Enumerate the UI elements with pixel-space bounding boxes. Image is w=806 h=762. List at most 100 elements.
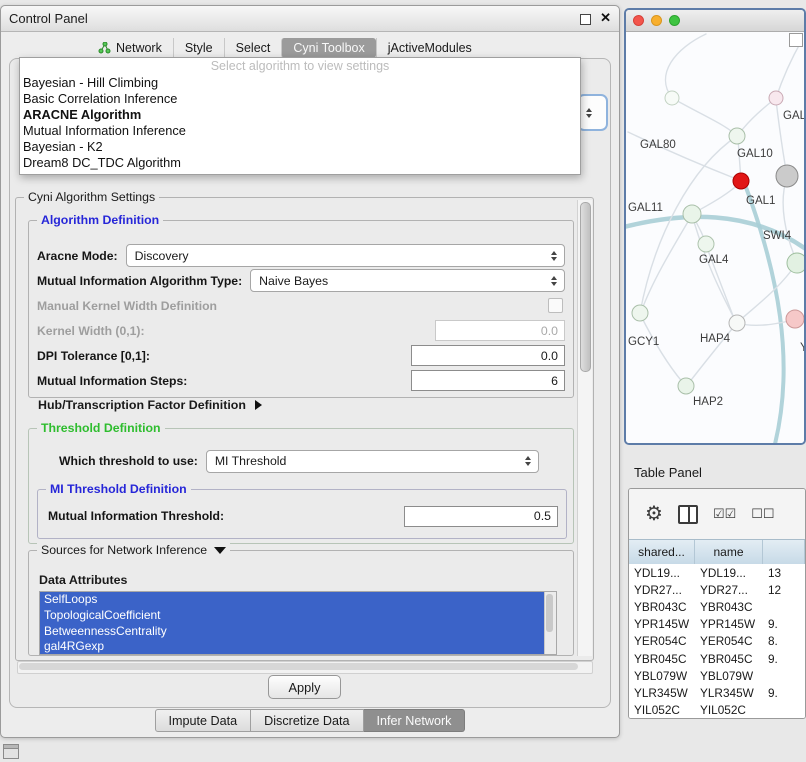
kernel-width-label: Kernel Width (0,1): [37,324,145,338]
table-row[interactable]: YDR27...YDR27...12 [629,581,805,598]
mi-steps-field[interactable]: 6 [411,370,565,391]
tab-select[interactable]: Select [224,38,282,58]
deselect-all-checkboxes-icon[interactable]: ☐☐ [751,506,774,522]
algorithm-option[interactable]: Mutual Information Inference [20,123,580,139]
minimized-panel-icon[interactable] [3,744,19,759]
close-button[interactable] [633,15,644,26]
tab-discretize-data[interactable]: Discretize Data [251,709,363,732]
attribute-item-selected[interactable]: BetweennessCentrality [40,624,545,640]
table-cell: YBR045C [629,652,695,666]
table-body: YDL19...YDL19...13YDR27...YDR27...12YBR0… [629,564,805,718]
table-row[interactable]: YER054CYER054C8. [629,633,805,650]
network-node[interactable] [665,91,679,105]
aracne-mode-value: Discovery [135,249,551,263]
kernel-width-field: 0.0 [435,320,565,341]
sources-title: Sources for Network Inference [41,543,207,557]
columns-icon[interactable] [678,505,698,524]
manual-kernel-checkbox [548,298,563,313]
scrollbar-thumb[interactable] [580,202,591,372]
table-cell: YDL19... [629,566,695,580]
scrollbar-thumb[interactable] [19,663,578,670]
network-node-label: SWI4 [763,230,792,242]
tab-jactivemodules[interactable]: jActiveModules [376,38,483,58]
select-all-checkboxes-icon[interactable]: ☑☑ [713,506,736,522]
dpi-tolerance-field[interactable]: 0.0 [411,345,565,366]
expand-icon [255,400,262,410]
network-node-label: GAL11 [628,202,663,214]
network-edge [776,40,802,98]
tab-cyni-toolbox[interactable]: Cyni Toolbox [281,38,375,58]
scrollbar-thumb[interactable] [546,594,553,632]
mi-threshold-field[interactable]: 0.5 [404,506,558,527]
table-row[interactable]: YLR345WYLR345W9. [629,684,805,701]
network-node[interactable] [787,253,804,273]
column-header[interactable]: shared... [629,540,695,564]
network-edge [737,320,794,325]
algorithm-option[interactable]: Basic Correlation Inference [20,91,580,107]
combo-stepper-icon [551,276,564,286]
network-node[interactable] [698,236,714,252]
mi-algorithm-type-select[interactable]: Naive Bayes [250,269,565,292]
table-row[interactable]: YBR043CYBR043C [629,598,805,615]
network-node-label: GAL80 [640,139,676,151]
network-view-window: GAL80GAL10GAL11GAL1SWI4GAL4GCY1HAP4HAP2G… [624,8,806,445]
network-node[interactable] [776,165,798,187]
network-canvas[interactable]: GAL80GAL10GAL11GAL1SWI4GAL4GCY1HAP4HAP2G… [626,32,804,443]
algorithm-option[interactable]: Dream8 DC_TDC Algorithm [20,155,580,171]
algorithm-option-selected[interactable]: ARACNE Algorithm [20,107,580,123]
table-row[interactable]: YBL079WYBL079W [629,667,805,684]
network-node[interactable] [729,128,745,144]
algorithm-option[interactable]: Bayesian - Hill Climbing [20,75,580,91]
algorithm-placeholder: Select algorithm to view settings [20,58,580,75]
tab-infer-network[interactable]: Infer Network [364,709,466,732]
attribute-item-selected[interactable]: SelfLoops [40,592,545,608]
table-row[interactable]: YBR045CYBR045C9. [629,650,805,667]
network-node-label: HAP2 [693,396,723,408]
table-cell: YDL19... [695,566,763,580]
network-node[interactable] [729,315,745,331]
aracne-mode-select[interactable]: Discovery [126,244,565,267]
tab-impute-data[interactable]: Impute Data [155,709,252,732]
table-row[interactable]: YPR145WYPR145W9. [629,616,805,633]
network-node[interactable] [769,91,783,105]
algorithm-combo-fragment[interactable] [577,94,608,131]
minimize-button[interactable] [651,15,662,26]
table-panel-window: ⚙ ☑☑ ☐☐ shared... name YDL19...YDL19...1… [628,488,806,719]
gear-icon[interactable]: ⚙ [645,504,663,524]
data-attributes-label: Data Attributes [39,573,127,587]
column-header[interactable] [763,540,805,564]
sources-toggle[interactable]: Sources for Network Inference [37,543,230,557]
network-node[interactable] [683,205,701,223]
column-header[interactable]: name [695,540,763,564]
hub-definition-toggle[interactable]: Hub/Transcription Factor Definition [38,398,262,412]
group-title: MI Threshold Definition [46,482,191,496]
close-icon[interactable]: ✕ [600,10,611,26]
tab-network[interactable]: Network [87,38,173,58]
settings-horizontal-scrollbar[interactable] [17,661,593,674]
cyni-algorithm-settings-group: Cyni Algorithm Settings Algorithm Defini… [15,197,594,661]
attribute-item-selected[interactable]: gal4RGexp [40,639,545,655]
table-cell: 13 [763,566,805,580]
network-node[interactable] [632,305,648,321]
tab-style[interactable]: Style [173,38,224,58]
which-threshold-select[interactable]: MI Threshold [206,450,539,473]
attribute-item-selected[interactable]: TopologicalCoefficient [40,608,545,624]
algorithm-option[interactable]: Bayesian - K2 [20,139,580,155]
control-panel-titlebar: Control Panel ✕ [1,6,619,32]
zoom-button[interactable] [669,15,680,26]
apply-button[interactable]: Apply [268,675,341,699]
table-row[interactable]: YIL052CYIL052C [629,702,805,719]
network-node-label: GCY1 [628,336,659,348]
network-canvas-svg[interactable]: GAL80GAL10GAL11GAL1SWI4GAL4GCY1HAP4HAP2G… [626,32,804,443]
table-row[interactable]: YDL19...YDL19...13 [629,564,805,581]
settings-vertical-scrollbar[interactable] [577,200,592,656]
network-node[interactable] [733,173,749,189]
network-node[interactable] [678,378,694,394]
table-cell: YBR043C [695,600,763,614]
desktop: Control Panel ✕ Network Style Select [0,0,806,762]
attributes-scrollbar[interactable] [544,592,556,654]
float-window-icon[interactable] [580,14,591,25]
network-node-label: GAL1 [746,195,775,207]
network-node[interactable] [786,310,804,328]
aracne-mode-label: Aracne Mode: [37,249,118,263]
